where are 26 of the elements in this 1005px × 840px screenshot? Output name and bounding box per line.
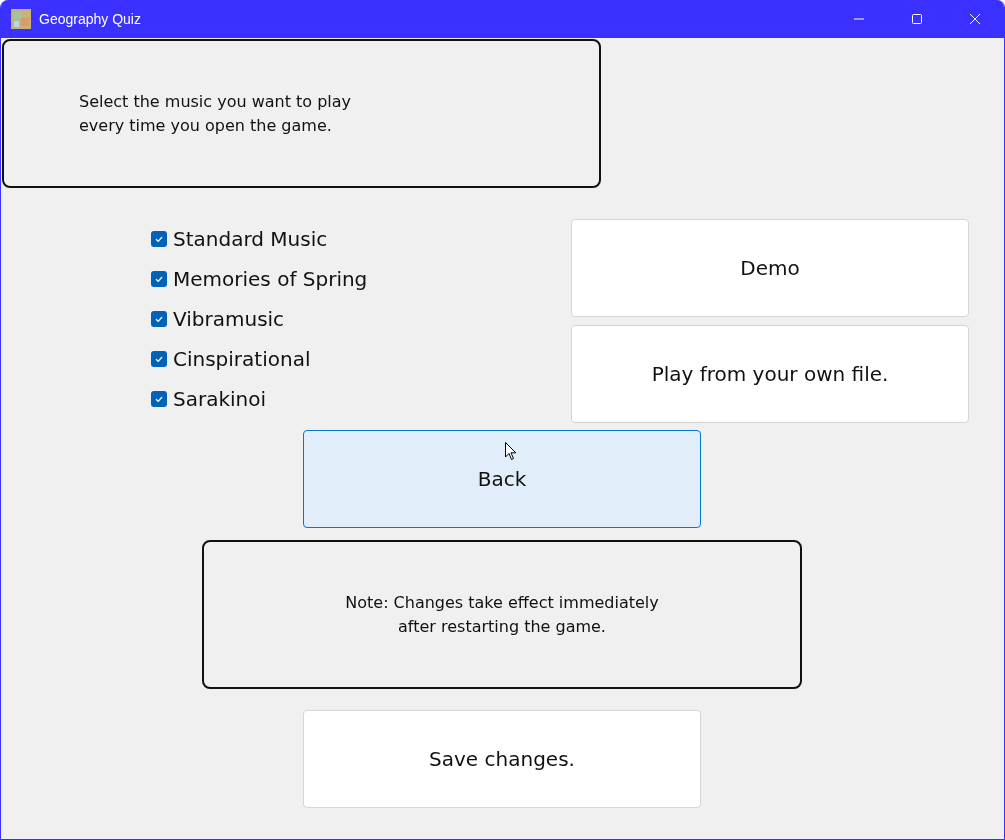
instruction-text: Select the music you want to play every time you open the game. [2, 39, 601, 188]
checkbox[interactable] [151, 351, 167, 367]
close-icon [969, 13, 981, 25]
checkbox-label[interactable]: Cinspirational [173, 344, 311, 374]
checkbox[interactable] [151, 271, 167, 287]
checkbox[interactable] [151, 231, 167, 247]
note-text: Note: Changes take effect immediately after restarting the game. [202, 540, 802, 689]
cursor-icon [505, 442, 517, 461]
window-title: Geography Quiz [39, 9, 141, 29]
check-icon [154, 274, 164, 284]
checkbox-label[interactable]: Standard Music [173, 224, 328, 254]
demo-button[interactable]: Demo [571, 219, 969, 317]
checkbox[interactable] [151, 311, 167, 327]
play-file-button[interactable]: Play from your own file. [571, 325, 969, 423]
check-icon [154, 234, 164, 244]
back-button[interactable]: Back [303, 430, 701, 528]
checkbox-label[interactable]: Memories of Spring [173, 264, 368, 294]
checkbox-label[interactable]: Vibramusic [173, 304, 285, 334]
maximize-icon [911, 13, 923, 25]
checkbox[interactable] [151, 391, 167, 407]
check-icon [154, 314, 164, 324]
checkbox-label[interactable]: Sarakinoi [173, 384, 267, 414]
check-icon [154, 394, 164, 404]
app-icon [11, 9, 31, 29]
save-button[interactable]: Save changes. [303, 710, 701, 808]
check-icon [154, 354, 164, 364]
